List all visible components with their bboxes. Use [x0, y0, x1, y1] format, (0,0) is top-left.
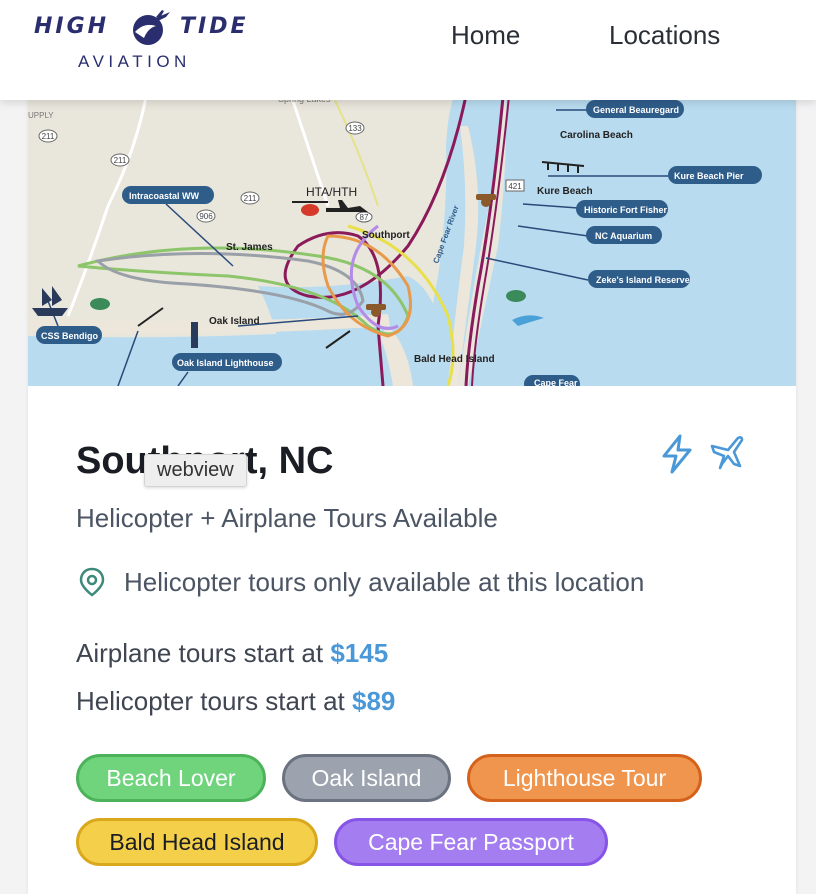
route-211-shield: 211: [42, 132, 55, 141]
map-label-kure-beach: Kure Beach: [537, 186, 593, 197]
map-graphic: 211 211 211 133 906 87 421 UPPLY Spring …: [28, 86, 796, 386]
location-subtitle: Helicopter + Airplane Tours Available: [76, 503, 498, 533]
nav-home-link[interactable]: Home: [451, 20, 520, 51]
map-label-carolina-beach: Carolina Beach: [560, 130, 633, 141]
airplane-price-line: Airplane tours start at $145: [76, 638, 388, 669]
airplane-icon: [710, 436, 744, 470]
map-label-css-bendigo: CSS Bendigo: [41, 331, 99, 341]
map-label-historic-fort-fisher: Historic Fort Fisher: [584, 205, 668, 215]
map-label-kure-beach-pier: Kure Beach Pier: [674, 171, 744, 181]
helicopter-price-label: Helicopter tours start at: [76, 686, 352, 716]
airplane-price-value: $145: [330, 638, 389, 668]
webview-tooltip: webview: [144, 454, 247, 487]
route-906-shield: 906: [199, 212, 213, 221]
logo-wordmark: HIGH TIDE: [34, 14, 245, 39]
map-label-general-beauregard: General Beauregard: [593, 105, 679, 115]
route-211-shield-3: 211: [244, 194, 257, 203]
high-tide-aviation-logo[interactable]: HIGH TIDE AVIATION: [34, 8, 264, 78]
hta-hth-marker: [292, 200, 368, 216]
nav-locations-link[interactable]: Locations: [609, 20, 720, 51]
tag-oak-island[interactable]: Oak Island: [282, 754, 451, 802]
location-card: 211 211 211 133 906 87 421 UPPLY Spring …: [28, 86, 796, 894]
route-211-shield-2: 211: [114, 156, 127, 165]
route-421-shield: 421: [508, 182, 522, 191]
map-label-hta-hth: HTA/HTH: [306, 185, 357, 199]
map-label-intracoastal-ww: Intracoastal WW: [129, 191, 200, 201]
tour-type-icons: [662, 434, 744, 474]
map-label-oak-island: Oak Island: [209, 316, 260, 327]
map-label-nc-aquarium: NC Aquarium: [595, 231, 652, 241]
route-87-shield: 87: [360, 213, 369, 222]
tag-lighthouse-tour[interactable]: Lighthouse Tour: [467, 754, 702, 802]
tour-route-map[interactable]: 211 211 211 133 906 87 421 UPPLY Spring …: [28, 86, 796, 386]
map-label-cape-fear: Cape Fear: [534, 378, 578, 386]
map-label-bald-head-island: Bald Head Island: [414, 354, 495, 365]
wave-plane-icon: [133, 10, 170, 45]
map-label-southport: Southport: [362, 230, 410, 241]
tag-beach-lover[interactable]: Beach Lover: [76, 754, 266, 802]
logo-word-tide: TIDE: [180, 14, 249, 39]
bolt-icon: [662, 434, 692, 474]
logo-subtitle: AVIATION: [78, 52, 191, 71]
airplane-price-label: Airplane tours start at: [76, 638, 331, 668]
helicopter-price-line: Helicopter tours start at $89: [76, 686, 395, 717]
tag-bald-head-island[interactable]: Bald Head Island: [76, 818, 318, 866]
map-label-upply: UPPLY: [28, 111, 54, 120]
helicopter-note-text: Helicopter tours only available at this …: [124, 567, 645, 597]
site-header: HIGH TIDE AVIATION Home Locations: [0, 0, 816, 100]
map-label-oak-island-lighthouse: Oak Island Lighthouse: [177, 358, 274, 368]
tag-cape-fear-passport[interactable]: Cape Fear Passport: [334, 818, 608, 866]
route-133-shield: 133: [348, 124, 362, 133]
map-label-zekes-island: Zeke's Island Reserve: [596, 275, 690, 285]
helicopter-price-value: $89: [352, 686, 396, 716]
logo-word-high: HIGH: [34, 14, 110, 39]
map-pin-icon: [79, 567, 105, 597]
map-label-st-james: St. James: [226, 242, 273, 253]
